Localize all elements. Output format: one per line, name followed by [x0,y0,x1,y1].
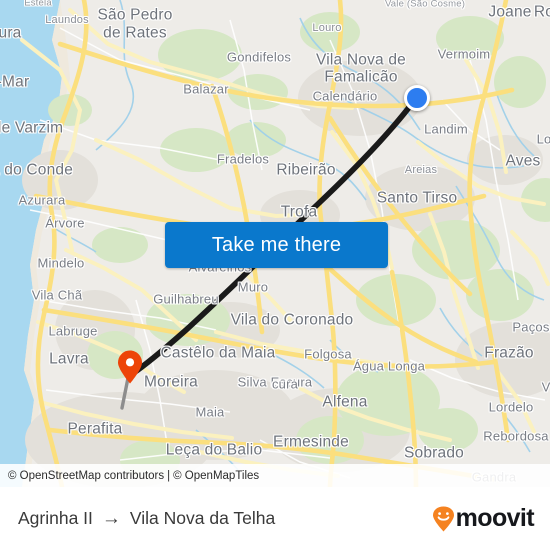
origin-marker[interactable] [404,85,430,111]
arrow-right-icon: → [101,507,121,529]
moovit-logo[interactable]: moovit [432,504,535,532]
trip-footer: Agrinha II → Vila Nova da Telha moovit [0,487,550,550]
moovit-trip-map-screen: Estela Laundos São Pedro de Rates Louro Vale … [0,0,550,550]
attribution-separator: | [167,469,171,482]
destination-marker[interactable] [117,350,143,384]
route-origin-label: Agrinha II [18,508,93,528]
attribution-osm[interactable]: © OpenStreetMap contributors [8,470,164,482]
moovit-pin-icon [432,506,454,531]
map-canvas[interactable]: Estela Laundos São Pedro de Rates Louro Vale … [0,0,550,487]
moovit-wordmark: moovit [455,504,535,532]
take-me-there-button[interactable]: Take me there [165,222,388,268]
attribution-openmaptiles[interactable]: © OpenMapTiles [173,470,259,482]
route-summary: Agrinha II → Vila Nova da Telha [18,508,275,530]
map-pin-icon [118,350,142,384]
route-destination-label: Vila Nova da Telha [129,508,276,528]
map-attribution: © OpenStreetMap contributors | © OpenMap… [0,464,550,487]
